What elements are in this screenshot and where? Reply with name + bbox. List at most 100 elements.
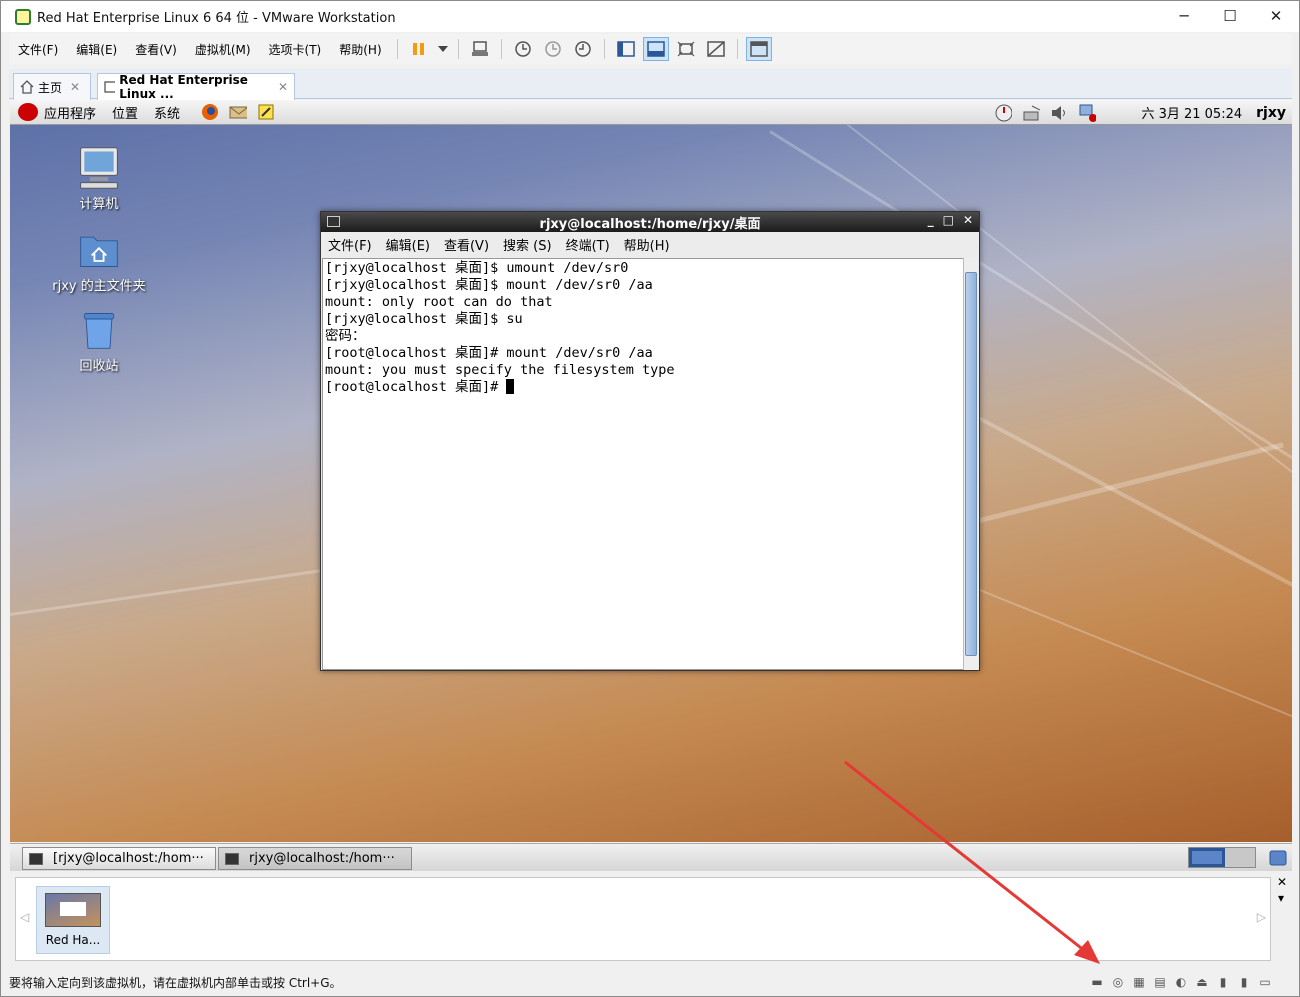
mail-client-icon[interactable] — [229, 103, 248, 121]
close-button[interactable]: ✕ — [1253, 1, 1299, 31]
hard-disk-icon[interactable]: ▬ — [1088, 974, 1106, 990]
workspace-1[interactable] — [1189, 848, 1225, 867]
volume-icon[interactable] — [1050, 104, 1068, 122]
menu-help[interactable]: 帮助(H) — [330, 41, 390, 58]
normal-view-icon[interactable] — [642, 37, 669, 61]
terminal-line: [rjxy@localhost 桌面]$ su — [325, 311, 523, 327]
terminal-icon — [29, 852, 43, 865]
notes-icon[interactable] — [257, 103, 275, 121]
workspace-switcher[interactable] — [1188, 847, 1256, 868]
desktop-icon-home[interactable]: rjxy 的主文件夹 — [44, 228, 154, 294]
terminal-menu-edit[interactable]: 编辑(E) — [379, 235, 437, 254]
revert-snapshot-icon[interactable] — [540, 37, 566, 61]
network-icon[interactable] — [1022, 104, 1041, 122]
terminal-prompt: [root@localhost 桌面]# — [325, 379, 507, 395]
terminal-line: mount: only root can do that — [325, 294, 553, 310]
vm-thumbnail[interactable]: Red Ha... — [36, 886, 110, 954]
scroll-right-icon[interactable]: ▷ — [1257, 910, 1266, 924]
tab-vm[interactable]: Red Hat Enterprise Linux ... ✕ — [97, 73, 295, 101]
removable-device-2-icon[interactable]: ▮ — [1235, 974, 1253, 990]
menu-file[interactable]: 文件(F) — [9, 41, 67, 58]
maximize-button[interactable]: ☐ — [1207, 1, 1253, 31]
terminal-icon — [225, 852, 239, 865]
terminal-menu-search[interactable]: 搜索 (S) — [496, 235, 559, 254]
tab-home[interactable]: 主页 ✕ — [13, 73, 91, 100]
desktop-icon-computer[interactable]: 计算机 — [44, 146, 154, 212]
vmware-window: Red Hat Enterprise Linux 6 64 位 - VMware… — [0, 0, 1300, 997]
unity-view-icon[interactable] — [703, 37, 729, 61]
terminal-line: [rjxy@localhost 桌面]$ umount /dev/sr0 — [325, 260, 629, 276]
terminal-close-icon[interactable]: ✕ — [963, 213, 973, 227]
menu-system[interactable]: 系统 — [154, 103, 180, 122]
home-icon — [20, 80, 34, 94]
network-adapter-icon[interactable]: ▦ — [1130, 974, 1148, 990]
sound-card-icon[interactable]: ◐ — [1172, 974, 1190, 990]
taskbar-item-terminal-2[interactable]: rjxy@localhost:/hom··· — [218, 847, 412, 870]
terminal-maximize-icon[interactable]: □ — [943, 213, 954, 227]
taskbar-item-terminal-1[interactable]: [rjxy@localhost:/hom··· — [22, 847, 216, 870]
show-desktop-icon[interactable] — [1268, 848, 1288, 868]
clock[interactable]: 六 3月 21 05:24 — [1141, 103, 1242, 122]
printer-icon[interactable]: ▤ — [1151, 974, 1169, 990]
terminal-line: [rjxy@localhost 桌面]$ mount /dev/sr0 /aa — [325, 277, 653, 293]
desktop-icon-computer-label: 计算机 — [79, 197, 119, 212]
desktop-icon-home-label: rjxy 的主文件夹 — [52, 279, 146, 294]
send-ctrl-alt-del-icon[interactable] — [467, 37, 493, 61]
snapshot-manager-icon[interactable] — [570, 37, 596, 61]
terminal-window[interactable]: rjxy@localhost:/home/rjxy/桌面 _ □ ✕ 文件(F)… — [320, 211, 980, 671]
terminal-menu-view[interactable]: 查看(V) — [437, 235, 496, 254]
usb-icon[interactable]: ⏏ — [1193, 974, 1211, 990]
computer-icon — [80, 147, 118, 189]
tab-home-close-icon[interactable]: ✕ — [70, 80, 80, 94]
vm-tab-icon — [104, 81, 116, 93]
speedometer-icon[interactable] — [994, 104, 1013, 122]
terminal-title: rjxy@localhost:/home/rjxy/桌面 — [539, 216, 761, 232]
menu-tabs[interactable]: 选项卡(T) — [260, 41, 331, 58]
guest-desktop[interactable]: 应用程序 位置 系统 六 3月 21 05:24 rjxy 计算机 rjxy 的… — [10, 100, 1292, 842]
terminal-minimize-icon[interactable]: _ — [928, 213, 934, 227]
title-bar: Red Hat Enterprise Linux 6 64 位 - VMware… — [1, 1, 1299, 32]
console-view-icon[interactable] — [745, 37, 772, 61]
minimize-button[interactable]: ─ — [1161, 1, 1207, 31]
terminal-line: mount: you must specify the filesystem t… — [325, 362, 675, 378]
full-screen-icon[interactable] — [673, 37, 699, 61]
thumbnail-dropdown-icon[interactable]: ▾ — [1278, 891, 1284, 905]
terminal-prompt-line[interactable]: [root@localhost 桌面]# — [325, 379, 961, 396]
terminal-menu-file[interactable]: 文件(F) — [321, 235, 379, 254]
vm-thumbnail-image — [45, 893, 101, 927]
workspace-2[interactable] — [1225, 848, 1255, 867]
terminal-scrollbar-thumb[interactable] — [965, 272, 977, 656]
power-dropdown-icon[interactable] — [436, 37, 450, 61]
terminal-output[interactable]: [rjxy@localhost 桌面]$ umount /dev/sr0 [rjx… — [322, 258, 964, 670]
user-name[interactable]: rjxy — [1256, 105, 1286, 121]
toolbar-separator — [396, 39, 398, 59]
menu-vm[interactable]: 虚拟机(M) — [186, 41, 260, 58]
pause-icon[interactable] — [406, 37, 432, 61]
terminal-menu-help[interactable]: 帮助(H) — [617, 235, 677, 254]
tab-vm-close-icon[interactable]: ✕ — [278, 80, 288, 94]
menu-applications[interactable]: 应用程序 — [44, 103, 96, 122]
gnome-top-panel: 应用程序 位置 系统 六 3月 21 05:24 rjxy — [10, 100, 1292, 125]
menu-view[interactable]: 查看(V) — [126, 41, 186, 58]
guest-taskbar: [rjxy@localhost:/hom··· rjxy@localhost:/… — [10, 843, 1292, 871]
scroll-left-icon[interactable]: ◁ — [20, 910, 29, 924]
snapshot-icon[interactable] — [510, 37, 536, 61]
library-view-icon[interactable] — [613, 37, 639, 61]
terminal-menu-terminal[interactable]: 终端(T) — [559, 235, 617, 254]
firefox-icon[interactable] — [201, 103, 219, 121]
desktop-icon-trash-label: 回收站 — [79, 359, 119, 374]
message-log-icon[interactable]: ▭ — [1256, 974, 1274, 990]
menu-places[interactable]: 位置 — [112, 103, 138, 122]
desktop-icon-trash[interactable]: 回收站 — [44, 308, 154, 374]
terminal-title-bar[interactable]: rjxy@localhost:/home/rjxy/桌面 _ □ ✕ — [321, 212, 979, 232]
tab-home-label: 主页 — [38, 80, 63, 95]
redhat-logo-icon[interactable] — [18, 103, 38, 121]
removable-device-icon[interactable]: ▮ — [1214, 974, 1232, 990]
terminal-scrollbar[interactable] — [963, 258, 978, 670]
terminal-menu-bar: 文件(F) 编辑(E) 查看(V) 搜索 (S) 终端(T) 帮助(H) — [321, 232, 979, 256]
vm-thumbnail-label: Red Ha... — [45, 933, 101, 947]
cd-dvd-icon[interactable]: ◎ — [1109, 974, 1127, 990]
network-disconnected-icon[interactable] — [1078, 104, 1097, 122]
menu-edit[interactable]: 编辑(E) — [67, 41, 126, 58]
thumbnail-close-icon[interactable]: ✕ — [1277, 875, 1287, 889]
